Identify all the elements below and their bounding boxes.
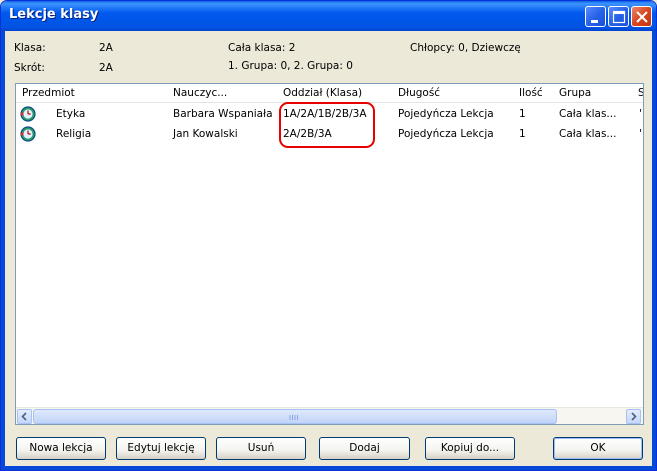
cell-s: ' bbox=[639, 108, 642, 120]
short-value: 2A bbox=[99, 62, 113, 74]
scroll-left-button[interactable] bbox=[17, 409, 32, 424]
window-border-left bbox=[1, 31, 5, 470]
column-header-count[interactable]: Ilość bbox=[519, 87, 543, 99]
cell-teacher: Jan Kowalski bbox=[173, 128, 238, 140]
ok-button[interactable]: OK bbox=[553, 437, 643, 460]
column-header-group[interactable]: Grupa bbox=[559, 87, 591, 99]
horizontal-scrollbar[interactable] bbox=[16, 407, 643, 424]
title-bar[interactable]: Lekcje klasy bbox=[1, 1, 656, 31]
column-header-teacher[interactable]: Nauczyc... bbox=[173, 87, 227, 99]
class-label: Klasa: bbox=[14, 42, 46, 54]
close-button[interactable] bbox=[631, 6, 652, 27]
column-header-subject[interactable]: Przedmiot bbox=[22, 87, 75, 99]
lesson-clock-icon bbox=[20, 126, 36, 142]
window-title: Lekcje klasy bbox=[9, 7, 99, 22]
lessons-dialog: Lekcje klasy Klasa: 2A Skrót: 2A Cała kl… bbox=[0, 0, 657, 471]
cell-length: Pojedyńcza Lekcja bbox=[398, 108, 494, 120]
cell-subject: Religia bbox=[56, 128, 92, 140]
column-header-division[interactable]: Oddział (Klasa) bbox=[283, 87, 362, 99]
cell-count: 1 bbox=[519, 128, 526, 140]
lesson-clock-icon bbox=[20, 106, 36, 122]
cell-group: Cała klas... bbox=[559, 108, 617, 120]
cell-group: Cała klas... bbox=[559, 128, 617, 140]
copy-to-button[interactable]: Kopiuj do... bbox=[425, 437, 515, 460]
chevron-left-icon bbox=[21, 412, 27, 421]
grip-icon bbox=[289, 415, 298, 420]
whole-class-count: Cała klasa: 2 bbox=[228, 42, 296, 54]
cell-teacher: Barbara Wspaniała bbox=[173, 108, 273, 120]
column-header-s[interactable]: S bbox=[638, 87, 643, 99]
cell-subject: Etyka bbox=[56, 108, 86, 120]
new-lesson-button[interactable]: Nowa lekcja bbox=[16, 437, 106, 460]
window-border-right bbox=[652, 31, 656, 470]
maximize-button[interactable] bbox=[608, 6, 629, 27]
group-counts: 1. Grupa: 0, 2. Grupa: 0 bbox=[228, 60, 353, 72]
cell-s: ' bbox=[639, 128, 642, 140]
add-button[interactable]: Dodaj bbox=[319, 437, 410, 460]
short-label: Skrót: bbox=[14, 62, 45, 74]
class-value: 2A bbox=[99, 42, 113, 54]
column-header-length[interactable]: Długość bbox=[398, 87, 440, 99]
edit-lesson-button[interactable]: Edytuj lekcję bbox=[116, 437, 206, 460]
boys-girls-count: Chłopcy: 0, Dziewczęta bbox=[410, 42, 520, 54]
minimize-icon bbox=[591, 20, 598, 23]
scroll-right-button[interactable] bbox=[626, 409, 641, 424]
window-border-bottom bbox=[1, 466, 656, 470]
chevron-right-icon bbox=[631, 412, 637, 421]
highlight-annotation bbox=[279, 102, 375, 148]
maximize-icon bbox=[612, 10, 626, 24]
scroll-thumb[interactable] bbox=[33, 409, 557, 424]
delete-button[interactable]: Usuń bbox=[216, 437, 306, 460]
cell-count: 1 bbox=[519, 108, 526, 120]
cell-length: Pojedyńcza Lekcja bbox=[398, 128, 494, 140]
close-icon bbox=[636, 11, 648, 23]
list-header: Przedmiot Nauczyc... Oddział (Klasa) Dłu… bbox=[16, 84, 643, 103]
minimize-button[interactable] bbox=[585, 6, 606, 27]
